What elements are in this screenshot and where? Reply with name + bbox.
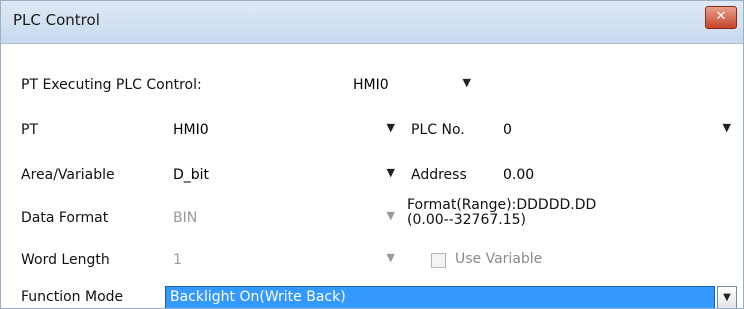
dialog-body: PT Executing PLC Control: HMI0 ▼ PT HMI0… [1,44,743,308]
chevron-down-icon: ▼ [386,166,395,179]
pt-executing-value: HMI0 [353,77,389,93]
pt-executing-label: PT Executing PLC Control: [21,77,202,93]
close-icon: ✕ [715,9,727,24]
address-value: 0.00 [503,167,535,183]
format-range-line2: (0.00--32767.15) [407,212,526,228]
plc-no-label: PLC No. [411,122,465,138]
close-button[interactable]: ✕ [705,6,737,29]
format-range-note: Format(Range):DDDDD.DD (0.00--32767.15) [407,198,596,228]
chevron-down-icon: ▼ [386,209,395,222]
data-format-label: Data Format [21,210,109,226]
function-mode-label: Function Mode [21,289,124,305]
plc-control-dialog: PLC Control ✕ PT Executing PLC Control: … [0,0,744,309]
word-length-dropdown: 1 ▼ [165,248,401,274]
chevron-down-icon: ▼ [462,76,471,89]
pt-label: PT [21,122,38,138]
title-bar: PLC Control ✕ [1,1,743,44]
data-format-value: BIN [173,210,198,226]
data-format-dropdown: BIN ▼ [165,206,401,232]
word-length-label: Word Length [21,252,110,268]
chevron-down-icon: ▼ [386,121,395,134]
area-variable-label: Area/Variable [21,167,115,183]
area-variable-value: D_bit [173,167,210,183]
area-variable-dropdown[interactable]: D_bit ▼ [165,163,401,189]
pt-executing-dropdown[interactable]: HMI0 ▼ [345,73,477,99]
pt-dropdown[interactable]: HMI0 ▼ [165,118,401,144]
use-variable-label: Use Variable [455,251,543,267]
dialog-title: PLC Control [13,11,100,29]
chevron-down-icon: ▼ [722,121,731,134]
use-variable-checkbox[interactable] [431,253,446,268]
chevron-down-icon: ▼ [386,251,395,264]
address-input[interactable]: 0.00 [495,163,737,189]
pt-value: HMI0 [173,122,209,138]
chevron-down-icon: ▼ [723,292,731,303]
function-mode-value: Backlight On(Write Back) [170,289,346,305]
format-range-line1: Format(Range):DDDDD.DD [407,197,597,213]
function-mode-dropdown-button[interactable]: ▼ [717,286,737,308]
function-mode-dropdown[interactable]: Backlight On(Write Back) [165,286,715,308]
plc-no-value: 0 [503,122,512,138]
word-length-value: 1 [173,252,182,268]
address-label: Address [411,167,467,183]
plc-no-dropdown[interactable]: 0 ▼ [495,118,737,144]
